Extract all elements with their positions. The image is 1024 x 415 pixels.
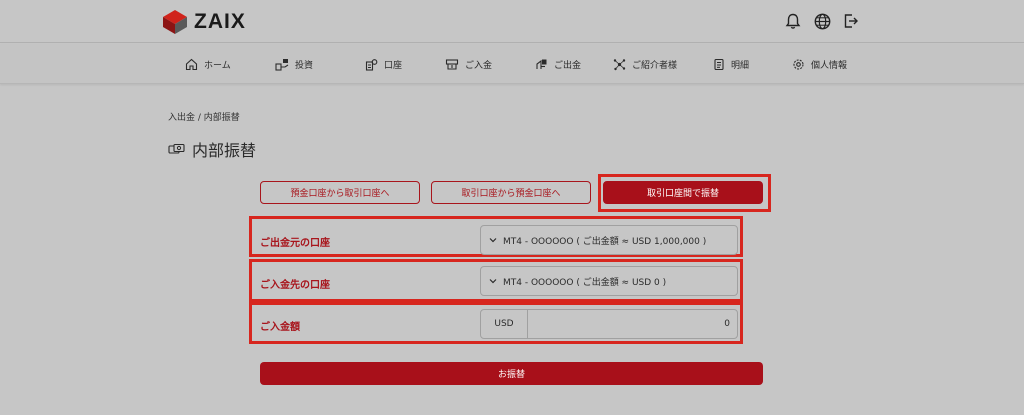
nav-item-label: 明細	[731, 60, 750, 71]
chevron-down-icon	[489, 279, 497, 284]
nav-item-label: 投資	[295, 60, 314, 71]
nav-item-label: 個人情報	[811, 60, 848, 71]
header: ZAIX	[0, 0, 1024, 43]
nav-item-referral[interactable]: ご紹介者様	[613, 56, 677, 72]
gear-icon	[793, 58, 804, 70]
nav-item-label: ホーム	[204, 60, 231, 71]
bell-icon[interactable]	[784, 12, 802, 30]
account-icon	[365, 58, 378, 71]
to-account-select[interactable]: MT4 - OOOOOO ( ご出金額 ≈ USD 0 )	[480, 266, 738, 296]
highlight-box	[598, 174, 771, 212]
referral-icon	[613, 58, 626, 70]
nav-item-label: ご入金	[465, 60, 493, 71]
nav-item-statement[interactable]: 明細	[713, 56, 749, 72]
withdraw-icon	[536, 59, 547, 69]
currency-unit: USD	[481, 310, 528, 338]
from-account-label: ご出金元の口座	[260, 238, 330, 249]
nav-item-label: ご紹介者様	[632, 60, 678, 71]
chevron-down-icon	[489, 238, 497, 243]
amount-field[interactable]: USD 0	[480, 309, 738, 339]
logout-icon[interactable]	[842, 12, 860, 30]
from-account-select[interactable]: MT4 - OOOOOO ( ご出金額 ≈ USD 1,000,000 )	[480, 225, 738, 255]
amount-label: ご入金額	[260, 322, 300, 333]
nav-item-label: ご出金	[554, 60, 582, 71]
transfer-submit-button[interactable]: お振替	[260, 362, 763, 385]
from-account-value: MT4 - OOOOOO ( ご出金額 ≈ USD 1,000,000 )	[503, 236, 707, 247]
nav-item-home[interactable]: ホーム	[185, 56, 231, 72]
logo-mark-icon	[163, 10, 187, 34]
page-title-wrap: 内部振替	[168, 137, 256, 161]
nav-item-invest[interactable]: 投資	[275, 56, 313, 72]
breadcrumb: 入出金 / 内部振替	[168, 113, 240, 123]
tab-trading-to-deposit[interactable]: 取引口座から預金口座へ	[431, 181, 591, 204]
money-transfer-icon	[168, 143, 185, 154]
nav-item-withdraw[interactable]: ご出金	[535, 56, 581, 72]
logo-text: ZAIX	[194, 10, 246, 33]
tab-deposit-to-trading[interactable]: 預金口座から取引口座へ	[260, 181, 420, 204]
invest-icon	[275, 58, 289, 71]
nav-item-label: 口座	[384, 60, 403, 71]
nav-item-deposit[interactable]: ご入金	[445, 56, 492, 72]
amount-input[interactable]: 0	[528, 310, 737, 338]
main-nav: ホーム 投資 口座 ご入金 ご出金 ご紹介者様 明細 個人情報	[0, 44, 1024, 84]
nav-item-profile[interactable]: 個人情報	[792, 56, 847, 72]
page-title: 内部振替	[192, 141, 257, 160]
home-icon	[185, 58, 198, 70]
to-account-label: ご入金先の口座	[260, 280, 330, 291]
deposit-icon	[445, 58, 459, 70]
statement-icon	[714, 58, 724, 70]
nav-item-account[interactable]: 口座	[365, 56, 402, 72]
to-account-value: MT4 - OOOOOO ( ご出金額 ≈ USD 0 )	[503, 277, 667, 288]
globe-icon[interactable]	[813, 12, 831, 30]
logo[interactable]: ZAIX	[162, 9, 246, 35]
